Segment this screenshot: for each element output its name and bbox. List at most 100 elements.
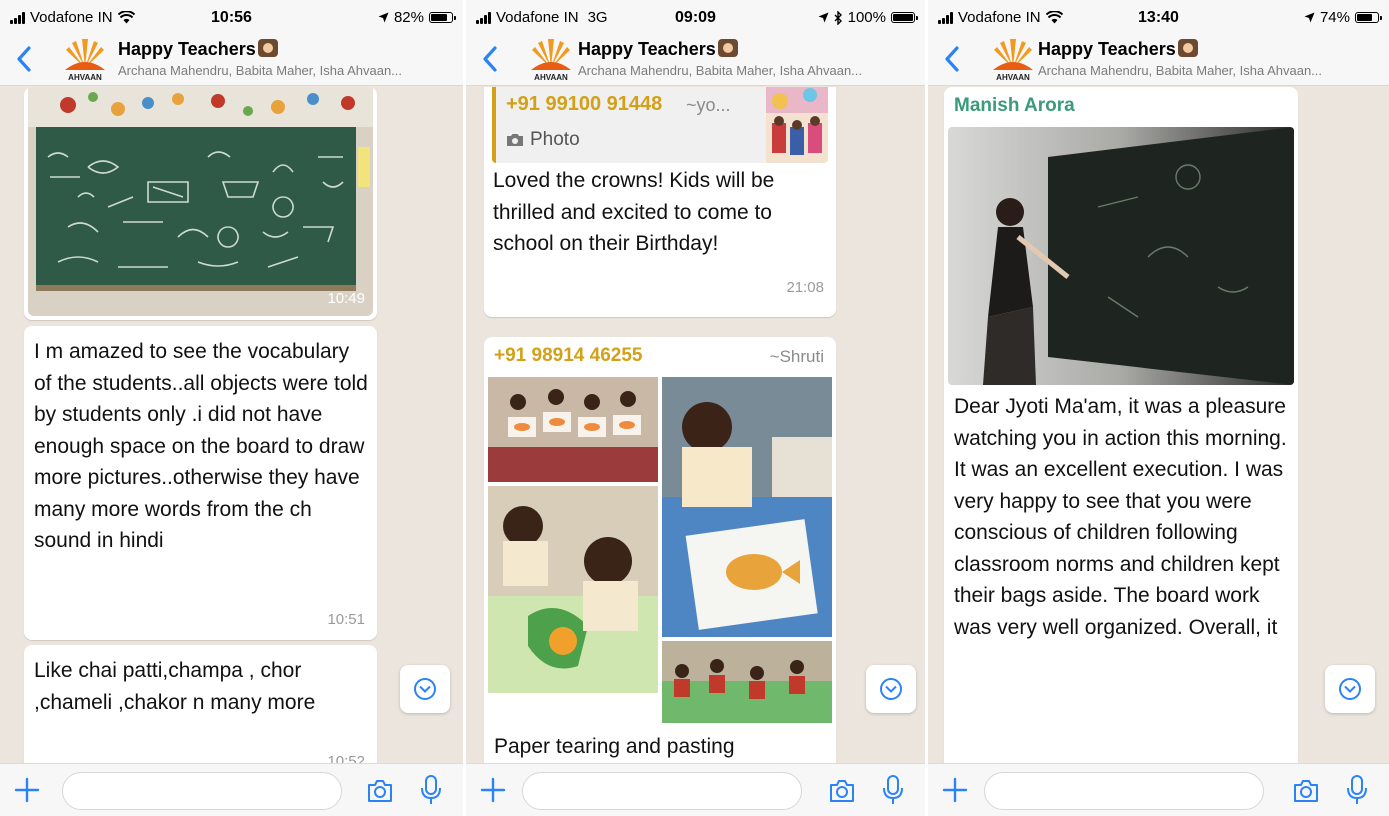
plus-icon[interactable] (480, 777, 506, 803)
plus-icon[interactable] (14, 777, 40, 803)
scroll-down-icon (414, 678, 436, 700)
group-logo-icon[interactable]: AHVAAN (526, 38, 576, 82)
sender-alias: ~Shruti (769, 347, 824, 366)
screenshot-collage: Vodafone IN 10:56 82% AHVAAN Happy Teach… (0, 0, 1389, 816)
message-text: Loved the crowns! Kids will be thrilled … (493, 169, 775, 255)
phone-screen-2: Vodafone IN 3G 09:09 100% AHVAAN Happy T… (466, 0, 925, 816)
quoted-thumbnail (766, 87, 828, 163)
group-logo-icon[interactable]: AHVAAN (988, 38, 1038, 82)
image-message[interactable]: 10:49 (24, 87, 377, 320)
status-bar: Vodafone IN 10:56 82% (0, 0, 463, 34)
reply-message[interactable]: +91 99100 91448 ~yo... Photo Loved the c… (484, 87, 836, 317)
group-members[interactable]: Archana Mahendru, Babita Maher, Isha Ahv… (118, 63, 453, 78)
status-right: 100% (818, 9, 918, 26)
sender-name: Manish Arora (954, 95, 1075, 116)
group-title[interactable]: Happy Teachers (578, 39, 738, 60)
chat-header[interactable]: AHVAAN Happy Teachers Archana Mahendru, … (928, 34, 1389, 86)
chat-area[interactable]: 10:49 I m amazed to see the vocabulary o… (0, 87, 463, 763)
sender-name: +91 98914 46255 (494, 345, 643, 366)
phone-screen-1: Vodafone IN 10:56 82% AHVAAN Happy Teach… (0, 0, 463, 816)
group-members[interactable]: Archana Mahendru, Babita Maher, Isha Ahv… (578, 63, 915, 78)
group-title-text: Happy Teachers (118, 39, 256, 59)
chat-area[interactable]: Manish Arora Dear Jyoti Ma'am, it was a … (928, 87, 1389, 763)
album-photo-1[interactable] (488, 377, 658, 482)
message-input[interactable] (522, 772, 802, 810)
text-message[interactable]: Like chai patti,champa , chor ,chameli ,… (24, 645, 377, 763)
quoted-kind-text: Photo (530, 129, 580, 150)
input-bar (466, 763, 925, 816)
back-chevron-icon[interactable] (942, 42, 964, 76)
message-input[interactable] (984, 772, 1264, 810)
battery-percent: 82% (393, 9, 424, 26)
status-bar: Vodafone IN 13:40 74% (928, 0, 1389, 34)
status-right: 74% (1304, 9, 1382, 26)
message-time: 21:08 (786, 279, 824, 296)
blackboard-photo[interactable] (28, 87, 373, 316)
camera-icon[interactable] (1291, 776, 1321, 806)
battery-fill (431, 14, 448, 21)
camera-icon[interactable] (827, 776, 857, 806)
message-time: 10:52 (327, 753, 365, 763)
classroom-photo[interactable] (948, 127, 1294, 385)
album-photo-2[interactable] (662, 377, 832, 637)
logo-text: AHVAAN (68, 73, 102, 82)
battery-icon (891, 12, 918, 23)
microphone-icon[interactable] (881, 774, 905, 806)
album-photo-3[interactable] (488, 486, 658, 693)
battery-icon (1355, 12, 1382, 23)
image-text-message[interactable]: Manish Arora Dear Jyoti Ma'am, it was a … (944, 87, 1298, 763)
message-time: 10:49 (327, 290, 365, 307)
group-title[interactable]: Happy Teachers (1038, 39, 1198, 60)
album-message[interactable]: +91 98914 46255 ~Shruti Paper tearing an… (484, 337, 836, 763)
scroll-down-button[interactable] (1325, 665, 1375, 713)
quoted-kind: Photo (506, 129, 580, 151)
teacher-emoji-icon (717, 39, 738, 57)
battery-fill (1357, 14, 1372, 21)
microphone-icon[interactable] (1345, 774, 1369, 806)
message-text: Like chai patti,champa , chor ,chameli ,… (34, 659, 316, 714)
chat-area[interactable]: +91 99100 91448 ~yo... Photo Loved the c… (466, 87, 925, 763)
back-chevron-icon[interactable] (14, 42, 36, 76)
plus-icon[interactable] (942, 777, 968, 803)
group-title-text: Happy Teachers (1038, 39, 1176, 59)
camera-icon[interactable] (365, 776, 395, 806)
scroll-down-icon (1339, 678, 1361, 700)
teacher-emoji-icon (1177, 39, 1198, 57)
message-input[interactable] (62, 772, 342, 810)
scroll-down-icon (880, 678, 902, 700)
location-arrow-icon (378, 12, 389, 23)
group-members[interactable]: Archana Mahendru, Babita Maher, Isha Ahv… (1038, 63, 1379, 78)
quoted-alias: ~yo... (686, 95, 731, 115)
location-arrow-icon (1304, 12, 1315, 23)
battery-percent: 74% (1319, 9, 1350, 26)
logo-text: AHVAAN (534, 73, 568, 82)
battery-percent: 100% (847, 9, 886, 26)
camera-small-icon (507, 134, 523, 146)
message-text: Dear Jyoti Ma'am, it was a pleasure watc… (954, 395, 1287, 639)
microphone-icon[interactable] (419, 774, 443, 806)
status-bar: Vodafone IN 3G 09:09 100% (466, 0, 925, 34)
album-caption: Paper tearing and pasting (494, 735, 735, 758)
scroll-down-button[interactable] (866, 665, 916, 713)
input-bar (928, 763, 1389, 816)
group-title[interactable]: Happy Teachers (118, 39, 278, 60)
message-time: 10:51 (327, 611, 365, 628)
logo-text: AHVAAN (996, 73, 1030, 82)
group-title-text: Happy Teachers (578, 39, 716, 59)
battery-fill (893, 14, 913, 21)
battery-icon (429, 12, 456, 23)
group-logo-icon[interactable]: AHVAAN (60, 38, 110, 82)
text-message[interactable]: I m amazed to see the vocabulary of the … (24, 326, 377, 640)
back-chevron-icon[interactable] (480, 42, 502, 76)
scroll-down-button[interactable] (400, 665, 450, 713)
phone-screen-3: Vodafone IN 13:40 74% AHVAAN Happy Teach… (928, 0, 1389, 816)
quoted-sender: +91 99100 91448 (506, 93, 663, 115)
album-photo-4[interactable] (662, 641, 832, 723)
chat-header[interactable]: AHVAAN Happy Teachers Archana Mahendru, … (466, 34, 925, 86)
location-arrow-icon (818, 12, 829, 23)
bluetooth-icon (834, 10, 842, 25)
chat-header[interactable]: AHVAAN Happy Teachers Archana Mahendru, … (0, 34, 463, 86)
quoted-message[interactable]: +91 99100 91448 ~yo... Photo (492, 87, 828, 163)
status-right: 82% (378, 9, 456, 26)
message-text: I m amazed to see the vocabulary of the … (34, 340, 368, 552)
